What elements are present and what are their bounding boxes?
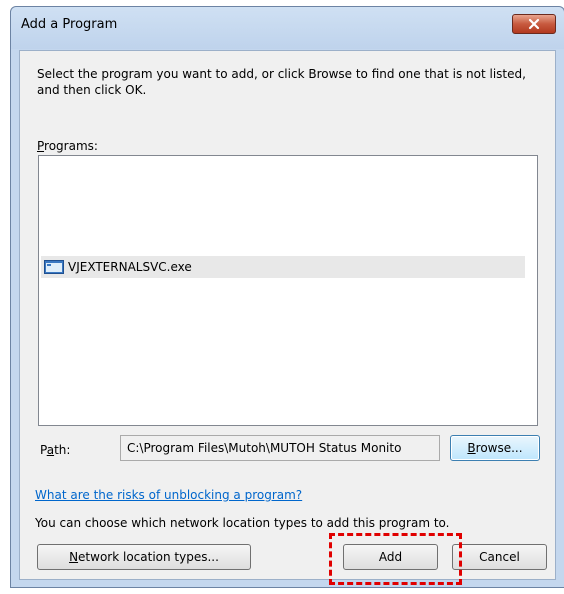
path-field[interactable]: C:\Program Files\Mutoh\MUTOH Status Moni…: [120, 435, 440, 461]
browse-button[interactable]: Browse...: [450, 435, 540, 461]
network-location-types-button[interactable]: Network location types...: [37, 544, 251, 570]
add-program-dialog: Add a Program Select the program you wan…: [10, 6, 564, 588]
close-icon: [528, 18, 540, 30]
add-button-highlight: [329, 533, 462, 585]
title-bar: Add a Program: [11, 7, 564, 49]
dialog-title: Add a Program: [21, 17, 118, 32]
dialog-body: Select the program you want to add, or c…: [19, 50, 556, 585]
network-location-types-label: Network location types...: [69, 550, 219, 564]
programs-label: Programs:: [37, 139, 98, 153]
intro-text: Select the program you want to add, or c…: [37, 67, 526, 97]
network-hint: You can choose which network location ty…: [35, 516, 450, 530]
application-icon: [44, 260, 64, 274]
cancel-button[interactable]: Cancel: [452, 544, 547, 570]
risks-link[interactable]: What are the risks of unblocking a progr…: [35, 488, 302, 502]
browse-label: Browse...: [467, 441, 523, 455]
path-label: Path:: [40, 443, 71, 457]
close-button[interactable]: [512, 14, 556, 34]
programs-list[interactable]: VJEXTERNALSVC.exe: [38, 155, 538, 426]
program-name: VJEXTERNALSVC.exe: [68, 260, 192, 274]
list-item[interactable]: VJEXTERNALSVC.exe: [41, 256, 525, 278]
cancel-label: Cancel: [479, 550, 520, 564]
